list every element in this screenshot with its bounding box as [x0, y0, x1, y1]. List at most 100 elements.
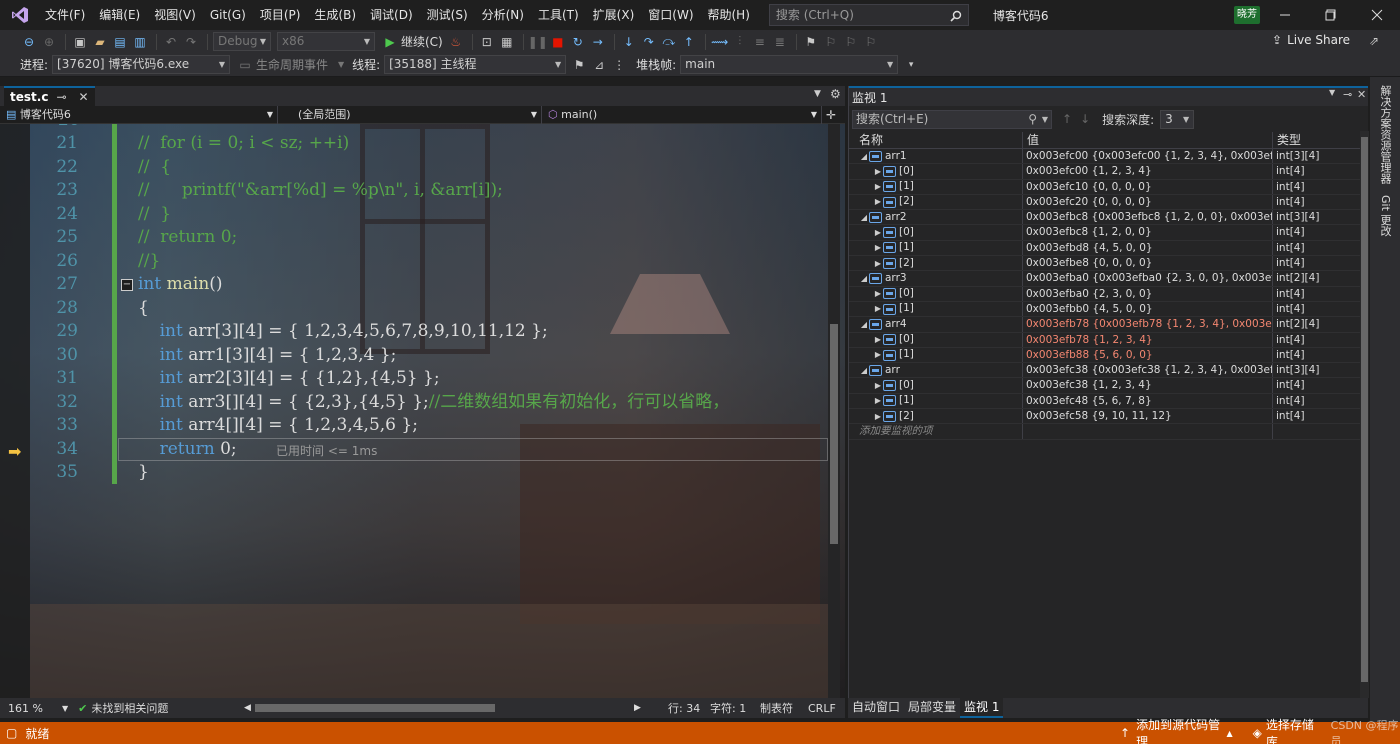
watch-value[interactable]: 0x003efc48 {5, 6, 7, 8} — [1023, 393, 1273, 409]
indicator-margin[interactable] — [0, 124, 30, 698]
lifecycle-dropdown-icon[interactable]: ▼ — [332, 56, 350, 74]
expanded-triangle-icon[interactable]: ◢ — [859, 363, 869, 377]
debug-tab-1[interactable]: 局部变量 — [904, 698, 960, 718]
scope-dropdown[interactable]: (全局范围) ▼ — [278, 106, 542, 124]
watch-name-cell[interactable]: ▶ [0] — [849, 286, 1023, 301]
column-type[interactable]: 类型 — [1273, 132, 1357, 148]
uncomment-icon[interactable]: ≣ — [771, 33, 789, 51]
navigate-forward-icon[interactable]: ⊕ — [40, 33, 58, 51]
debug-tab-2[interactable]: 监视 1 — [960, 698, 1004, 718]
watch-value[interactable]: 0x003efc38 {1, 2, 3, 4} — [1023, 378, 1273, 393]
bookmark-icon[interactable]: ⚑ — [802, 33, 820, 51]
flag-thread-icon[interactable]: ⚑ — [570, 56, 588, 74]
menu-item-11[interactable]: 窗口(W) — [641, 0, 700, 30]
watch-row[interactable]: ▶ [0] 0x003efc00 {1, 2, 3, 4} int[4] — [849, 164, 1368, 180]
code-line[interactable]: int main() — [138, 273, 838, 297]
editor-horizontal-scroll-thumb[interactable] — [255, 704, 495, 712]
watch-name-cell[interactable]: ◢ arr3 — [849, 271, 1023, 286]
code-line[interactable]: // for (i = 0; i < sz; ++i) — [138, 132, 838, 156]
minimize-icon[interactable] — [1262, 0, 1308, 30]
pin-icon[interactable]: ⊸ — [56, 90, 66, 104]
watch-row[interactable]: ◢ arr3 0x003efba0 {0x003efba0 {2, 3, 0, 0}… — [849, 271, 1368, 287]
column-value[interactable]: 值 — [1023, 132, 1273, 148]
clear-bookmarks-icon[interactable]: ⚐ — [862, 33, 880, 51]
watch-row[interactable]: ▶ [2] 0x003efc58 {9, 10, 11, 12} int[4] — [849, 409, 1368, 425]
watch-row[interactable]: ▶ [0] 0x003efba0 {2, 3, 0, 0} int[4] — [849, 286, 1368, 302]
watch-name-cell[interactable]: ▶ [1] — [849, 347, 1023, 363]
code-line[interactable]: // return 0; — [138, 226, 838, 250]
menu-item-12[interactable]: 帮助(H) — [701, 0, 757, 30]
zoom-level[interactable]: 161 % — [0, 702, 62, 715]
watch-value[interactable]: 0x003efbe8 {0, 0, 0, 0} — [1023, 256, 1273, 271]
collapsed-triangle-icon[interactable]: ▶ — [873, 287, 883, 301]
stack-frame-select[interactable]: main ▼ — [680, 55, 899, 74]
code-editor[interactable]: 20 21 22 23 24 25 26 27 28 29 30 31 32 33 34 35 // for… — [0, 124, 845, 698]
menu-item-0[interactable]: 文件(F) — [38, 0, 92, 30]
watch-name-cell[interactable]: ▶ [0] — [849, 225, 1023, 240]
watch-row[interactable]: ▶ [1] 0x003efb88 {5, 6, 0, 0} int[4] — [849, 347, 1368, 364]
watch-name-cell[interactable]: ▶ [1] — [849, 240, 1023, 256]
tab-test-c[interactable]: test.c ⊸ ✕ — [4, 86, 95, 106]
watch-row[interactable]: ◢ arr 0x003efc38 {0x003efc38 {1, 2, 3, 4},… — [849, 363, 1368, 379]
collapsed-triangle-icon[interactable]: ▶ — [873, 302, 883, 316]
collapsed-triangle-icon[interactable]: ▶ — [873, 378, 883, 392]
watch-name-cell[interactable]: ◢ arr1 — [849, 149, 1023, 164]
watch-row[interactable]: ▶ [1] 0x003efbb0 {4, 5, 0, 0} int[4] — [849, 301, 1368, 318]
watch-row[interactable]: ▶ [2] 0x003efbe8 {0, 0, 0, 0} int[4] — [849, 256, 1368, 272]
settings-gear-icon[interactable]: ⚙ — [830, 87, 841, 101]
code-line[interactable]: //} — [138, 250, 838, 274]
watch-name-cell[interactable]: ▶ [1] — [849, 393, 1023, 409]
window-menu-icon[interactable]: ▼ — [1329, 88, 1335, 97]
menu-item-10[interactable]: 扩展(X) — [586, 0, 642, 30]
collapsed-triangle-icon[interactable]: ▶ — [873, 195, 883, 209]
menu-item-8[interactable]: 分析(N) — [475, 0, 531, 30]
maximize-icon[interactable] — [1308, 0, 1354, 30]
watch-name-cell[interactable]: ▶ [2] — [849, 194, 1023, 210]
menu-item-1[interactable]: 编辑(E) — [92, 0, 147, 30]
scroll-left-icon[interactable]: ◀ — [244, 703, 251, 713]
watch-value[interactable]: 0x003efb78 {1, 2, 3, 4} — [1023, 332, 1273, 347]
watch-value[interactable]: 0x003efb88 {5, 6, 0, 0} — [1023, 347, 1273, 363]
comment-icon[interactable]: ≡ — [751, 33, 769, 51]
code-line[interactable]: int arr[3][4] = { 1,2,3,4,5,6,7,8,9,10,1… — [138, 320, 838, 344]
collapsed-triangle-icon[interactable]: ▶ — [873, 241, 883, 255]
watch-name-cell[interactable]: ▶ [1] — [849, 301, 1023, 317]
watch-row[interactable]: ▶ [1] 0x003efc10 {0, 0, 0, 0} int[4] — [849, 179, 1368, 195]
watch-value[interactable]: 0x003efc00 {0x003efc00 {1, 2, 3, 4}, 0x0… — [1023, 149, 1273, 164]
watch-row[interactable]: ▶ [0] 0x003efb78 {1, 2, 3, 4} int[4] — [849, 332, 1368, 348]
menu-item-7[interactable]: 测试(S) — [420, 0, 475, 30]
watch-value[interactable]: 0x003efb78 {0x003efb78 {1, 2, 3, 4}, 0x0… — [1023, 317, 1273, 332]
watch-name-cell[interactable]: ◢ arr4 — [849, 317, 1023, 332]
collapsed-triangle-icon[interactable]: ▶ — [873, 225, 883, 239]
navigate-back-icon[interactable]: ⊖ — [20, 33, 38, 51]
code-line[interactable]: // printf("&arr[%d] = %p\n", i, &arr[i])… — [138, 179, 838, 203]
tabs-mode[interactable]: 制表符 — [760, 700, 793, 716]
watch-row[interactable]: ▶ [1] 0x003efc48 {5, 6, 7, 8} int[4] — [849, 393, 1368, 410]
add-watch-placeholder[interactable]: 添加要监视的项 — [849, 424, 1023, 439]
code-line[interactable]: } — [138, 461, 838, 485]
code-line[interactable]: int arr1[3][4] = { 1,2,3,4 }; — [138, 344, 838, 368]
step-out-icon[interactable]: ↑ — [680, 33, 698, 51]
watch-vertical-scrollbar[interactable] — [1360, 131, 1369, 698]
debug-tab-0[interactable]: 自动窗口 — [848, 698, 904, 718]
watch-row[interactable]: ▶ [0] 0x003efbc8 {1, 2, 0, 0} int[4] — [849, 225, 1368, 241]
menu-item-9[interactable]: 工具(T) — [531, 0, 586, 30]
issues-status[interactable]: 未找到相关问题 — [91, 700, 168, 716]
char-indicator[interactable]: 字符: 1 — [710, 700, 746, 716]
diagnostic-tools-icon[interactable]: ⟿ — [711, 33, 729, 51]
column-name[interactable]: 名称 — [849, 132, 1023, 148]
feedback-icon[interactable]: ⇗ — [1365, 32, 1383, 50]
watch-value[interactable]: 0x003efba0 {0x003efba0 {2, 3, 0, 0}, 0x0… — [1023, 271, 1273, 286]
watch-search-input[interactable]: 搜索(Ctrl+E) ⚲ ▼ — [852, 109, 1052, 129]
watch-name-cell[interactable]: ◢ arr — [849, 363, 1023, 378]
watch-row[interactable]: ◢ arr2 0x003efbc8 {0x003efbc8 {1, 2, 0, 0}… — [849, 210, 1368, 226]
expanded-triangle-icon[interactable]: ◢ — [859, 317, 869, 331]
collapsed-triangle-icon[interactable]: ▶ — [873, 409, 883, 423]
watch-value[interactable]: 0x003efc58 {9, 10, 11, 12} — [1023, 409, 1273, 424]
execution-pointer-icon[interactable]: ➡ — [8, 442, 21, 461]
watch-row[interactable]: ▶ [2] 0x003efc20 {0, 0, 0, 0} int[4] — [849, 194, 1368, 211]
restart-icon[interactable]: ↻ — [569, 33, 587, 51]
code-line[interactable]: { — [138, 297, 838, 321]
continue-button[interactable]: 继续(C) — [401, 33, 443, 50]
new-project-icon[interactable]: ▣ — [71, 33, 89, 51]
